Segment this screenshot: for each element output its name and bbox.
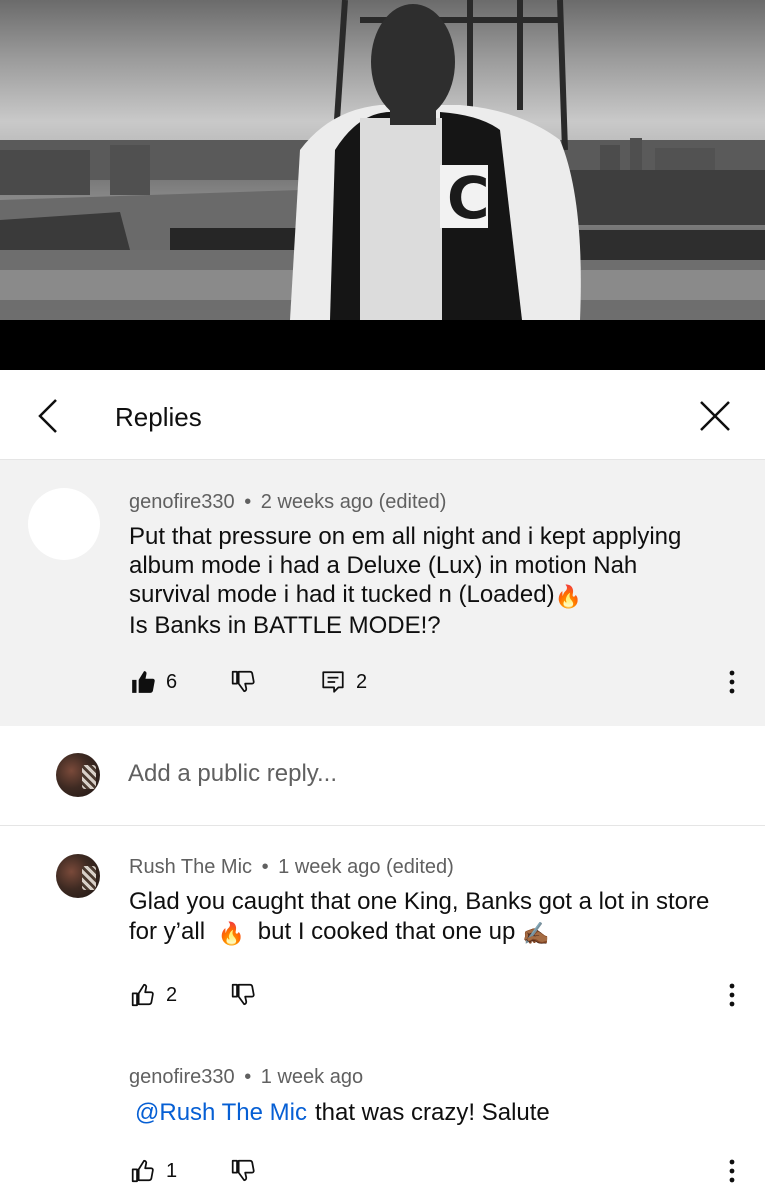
comment-text: Glad you caught that one King, Banks got…	[129, 887, 749, 949]
dislike-button[interactable]	[230, 667, 256, 697]
comment-line: Glad you caught that one King, Banks got…	[129, 888, 710, 915]
comment-meta: genofire330 • 1 week ago	[129, 1066, 363, 1089]
comment-author[interactable]: genofire330	[129, 1066, 235, 1088]
thumbs-down-icon	[231, 1159, 255, 1182]
thumbs-down-icon	[231, 670, 255, 693]
meta-separator: •	[261, 856, 269, 878]
comment-line: Put that pressure on em all night and i …	[129, 523, 682, 550]
reply-input[interactable]: Add a public reply...	[128, 760, 337, 788]
like-button[interactable]: 2	[130, 980, 177, 1010]
comment-time: 2 weeks ago (edited)	[260, 491, 447, 513]
comment-line-part: for y’all	[129, 918, 206, 945]
comment-author[interactable]: genofire330	[129, 491, 235, 513]
comment-author[interactable]: Rush The Mic	[129, 856, 252, 878]
back-arrow-icon[interactable]	[28, 394, 72, 438]
comment-line-with-emoji: for y’all 🔥 but I cooked that one up ✍🏾	[129, 917, 749, 949]
reply-item: genofire330 • 1 week ago @Rush The Mic th…	[0, 1040, 765, 1200]
meta-separator: •	[244, 1066, 252, 1088]
replies-header: Replies	[0, 374, 765, 460]
like-count: 6	[166, 670, 178, 693]
more-options-icon[interactable]	[722, 982, 742, 1013]
close-icon[interactable]	[693, 394, 737, 438]
comment-line: survival mode i had it tucked n (Loaded)	[129, 581, 555, 608]
comment-line: that was crazy! Salute	[314, 1099, 550, 1126]
comment-meta: Rush The Mic • 1 week ago (edited)	[129, 856, 454, 879]
mention-link[interactable]: @Rush The Mic	[135, 1099, 307, 1126]
comment-icon	[322, 671, 344, 693]
more-options-icon[interactable]	[722, 1158, 742, 1189]
avatar[interactable]	[56, 854, 100, 898]
video-frame: C	[0, 0, 765, 320]
like-count: 1	[166, 1159, 178, 1182]
comment-text: Put that pressure on em all night and i …	[129, 522, 749, 640]
avatar[interactable]	[56, 753, 100, 797]
thumbs-up-filled-icon	[132, 671, 155, 693]
reply-count-button[interactable]: 2	[320, 667, 367, 697]
like-button[interactable]: 6	[130, 667, 177, 697]
thumbs-down-icon	[231, 983, 255, 1006]
comment-line-with-emoji: survival mode i had it tucked n (Loaded)…	[129, 580, 749, 611]
svg-text:C: C	[447, 164, 490, 232]
thumbs-up-icon	[131, 983, 154, 1007]
more-options-icon[interactable]	[722, 669, 742, 700]
comment-line: album mode i had a Deluxe (Lux) in motio…	[129, 552, 638, 579]
reply-count: 2	[356, 670, 368, 693]
like-button[interactable]: 1	[130, 1156, 177, 1186]
dislike-button[interactable]	[230, 980, 256, 1010]
like-count: 2	[166, 983, 178, 1006]
reply-item: Rush The Mic • 1 week ago (edited) Glad …	[0, 826, 765, 1026]
thumbs-up-icon	[131, 1159, 154, 1183]
comment-line: Is Banks in BATTLE MODE!?	[129, 612, 441, 639]
avatar[interactable]	[28, 488, 100, 560]
video-thumbnail-image: C	[0, 0, 765, 320]
add-reply-row: Add a public reply...	[0, 726, 765, 826]
comment-line-part: but I cooked that one up	[257, 918, 516, 945]
comment-text: @Rush The Mic that was crazy! Salute	[129, 1098, 749, 1127]
meta-separator: •	[244, 491, 252, 513]
writing-hand-icon: ✍🏾	[521, 921, 550, 946]
comment-meta: genofire330 • 2 weeks ago (edited)	[129, 491, 446, 514]
comment-time: 1 week ago	[260, 1066, 364, 1088]
comment-actions: 1	[0, 1156, 765, 1186]
video-player[interactable]: C	[0, 0, 765, 370]
comment-actions: 2	[0, 980, 765, 1010]
fire-icon: 🔥	[217, 921, 246, 946]
parent-comment: genofire330 • 2 weeks ago (edited) Put t…	[0, 460, 765, 726]
comment-actions: 6 2	[0, 667, 765, 697]
page-title: Replies	[115, 402, 202, 432]
fire-icon: 🔥	[554, 584, 582, 609]
comment-time: 1 week ago (edited)	[278, 856, 454, 878]
dislike-button[interactable]	[230, 1156, 256, 1186]
